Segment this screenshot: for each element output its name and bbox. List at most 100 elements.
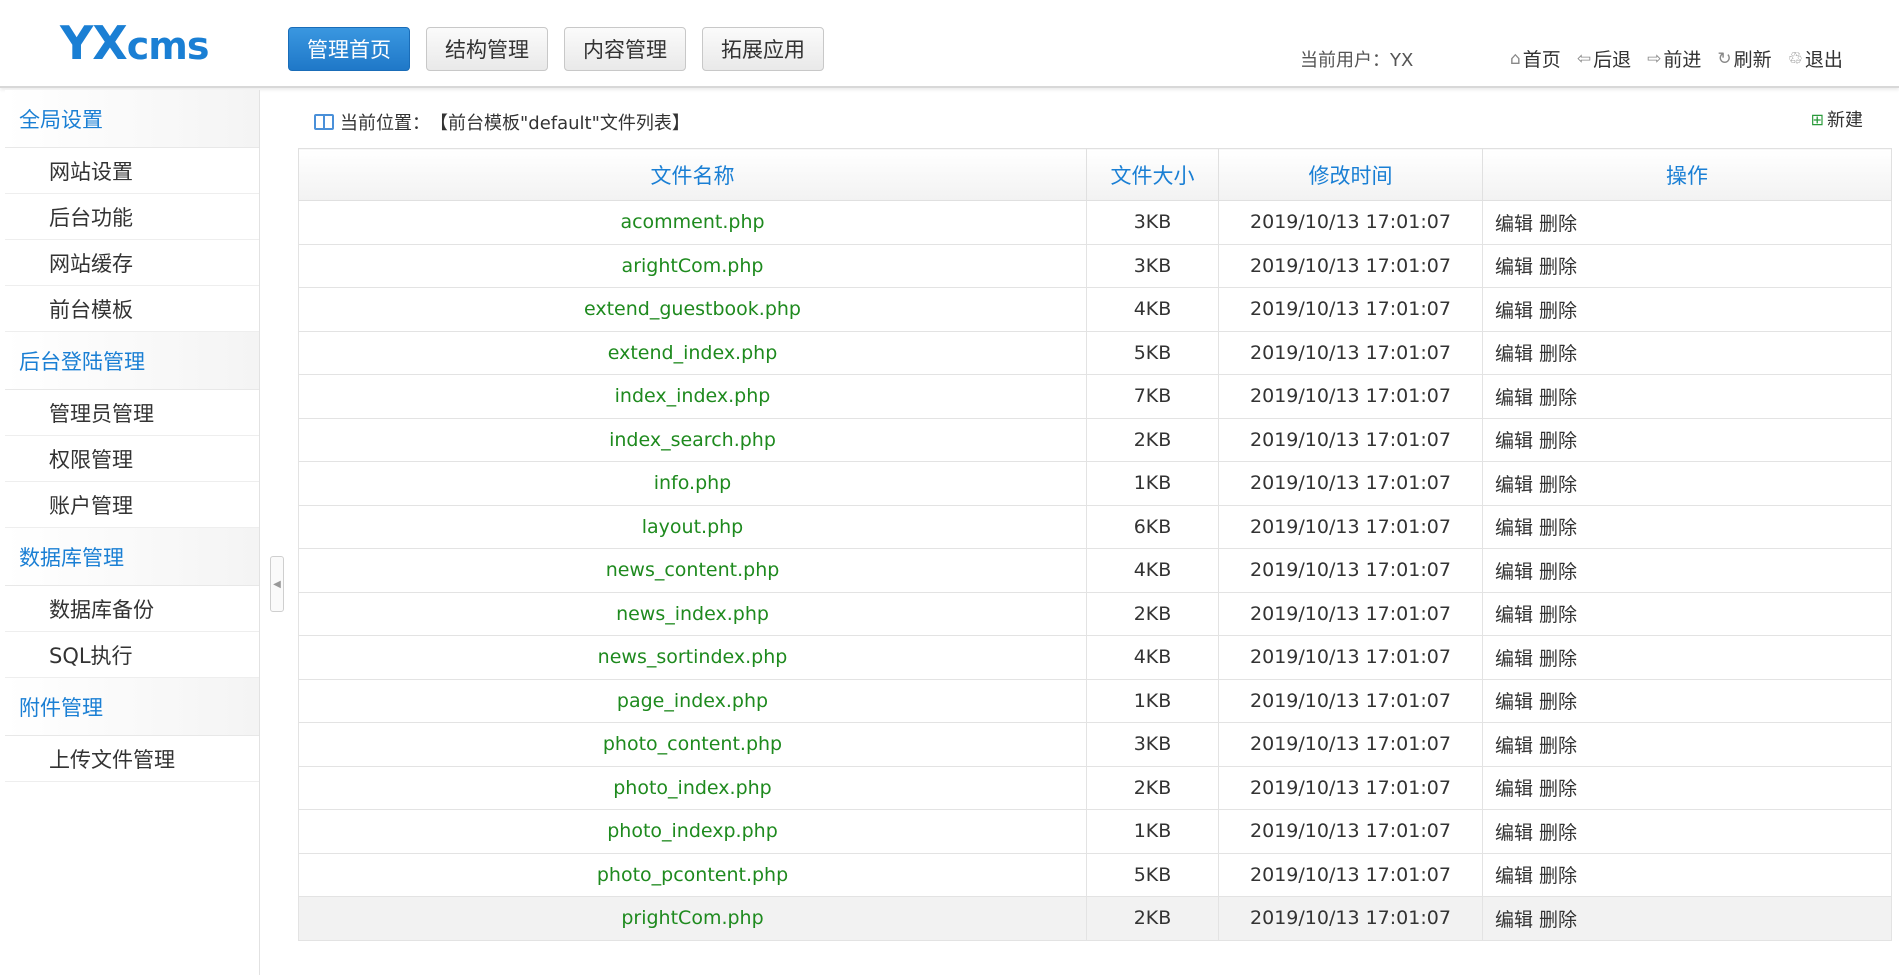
edit-link[interactable]: 编辑 — [1495, 735, 1533, 757]
sidebar-item[interactable]: 管理员管理 — [5, 390, 259, 436]
delete-link[interactable]: 删除 — [1539, 735, 1577, 757]
modified-time-cell: 2019/10/13 17:01:07 — [1218, 896, 1483, 941]
file-size-cell: 3KB — [1086, 722, 1219, 767]
current-user-label: 当前用户：YX — [1300, 50, 1414, 71]
file-name-cell[interactable]: news_content.php — [298, 548, 1087, 593]
modified-time-cell: 2019/10/13 17:01:07 — [1218, 722, 1483, 767]
edit-link[interactable]: 编辑 — [1495, 604, 1533, 626]
toplink-3[interactable]: ↻ 刷新 — [1717, 45, 1771, 72]
sidebar-item[interactable]: 网站设置 — [5, 148, 259, 194]
edit-link[interactable]: 编辑 — [1495, 474, 1533, 496]
file-name-cell[interactable]: index_search.php — [298, 417, 1087, 462]
file-name-cell[interactable]: info.php — [298, 461, 1087, 506]
actions-cell: 编辑 删除 — [1482, 896, 1892, 941]
actions-cell: 编辑 删除 — [1482, 548, 1892, 593]
table-row: photo_indexp.php 1KB 2019/10/13 17:01:07 编辑… — [298, 809, 1892, 854]
file-name-cell[interactable]: arightCom.php — [298, 243, 1087, 288]
sidebar-section-title[interactable]: 后台登陆管理 — [5, 332, 259, 390]
delete-link[interactable]: 删除 — [1539, 778, 1577, 800]
delete-link[interactable]: 删除 — [1539, 648, 1577, 670]
file-name-cell[interactable]: news_sortindex.php — [298, 635, 1087, 680]
edit-link[interactable]: 编辑 — [1495, 343, 1533, 365]
delete-link[interactable]: 删除 — [1539, 387, 1577, 409]
file-name-cell[interactable]: news_index.php — [298, 591, 1087, 636]
file-name-cell[interactable]: extend_guestbook.php — [298, 287, 1087, 332]
edit-link[interactable]: 编辑 — [1495, 909, 1533, 931]
delete-link[interactable]: 删除 — [1539, 430, 1577, 452]
modified-time-cell: 2019/10/13 17:01:07 — [1218, 330, 1483, 375]
sidebar-collapse-handle[interactable]: ◀ — [270, 556, 284, 612]
sidebar-item[interactable]: 权限管理 — [5, 436, 259, 482]
sidebar-section-title[interactable]: 附件管理 — [5, 678, 259, 736]
sidebar-item[interactable]: 网站缓存 — [5, 240, 259, 286]
file-name-cell[interactable]: acomment.php — [298, 200, 1087, 245]
delete-link[interactable]: 删除 — [1539, 213, 1577, 235]
sidebar-section-title[interactable]: 全局设置 — [5, 90, 259, 148]
actions-cell: 编辑 删除 — [1482, 417, 1892, 462]
toplink-label: 后退 — [1593, 49, 1632, 71]
toplink-label: 前进 — [1663, 49, 1702, 71]
delete-link[interactable]: 删除 — [1539, 561, 1577, 583]
modified-time-cell: 2019/10/13 17:01:07 — [1218, 287, 1483, 332]
edit-link[interactable]: 编辑 — [1495, 213, 1533, 235]
modified-time-cell: 2019/10/13 17:01:07 — [1218, 243, 1483, 288]
sidebar-item[interactable]: 后台功能 — [5, 194, 259, 240]
edit-link[interactable]: 编辑 — [1495, 691, 1533, 713]
table-row: acomment.php 3KB 2019/10/13 17:01:07 编辑 删除 — [298, 200, 1892, 245]
sidebar-item[interactable]: 账户管理 — [5, 482, 259, 528]
file-size-cell: 1KB — [1086, 461, 1219, 506]
edit-link[interactable]: 编辑 — [1495, 430, 1533, 452]
file-name-cell[interactable]: index_index.php — [298, 374, 1087, 419]
sidebar-section-title[interactable]: 数据库管理 — [5, 528, 259, 586]
edit-link[interactable]: 编辑 — [1495, 517, 1533, 539]
delete-link[interactable]: 删除 — [1539, 909, 1577, 931]
nav-button-3[interactable]: 拓展应用 — [702, 27, 824, 71]
toplink-0[interactable]: ⌂ 首页 — [1510, 45, 1561, 72]
edit-link[interactable]: 编辑 — [1495, 648, 1533, 670]
column-header-actions: 操作 — [1482, 148, 1892, 201]
column-header-size: 文件大小 — [1086, 148, 1219, 201]
delete-link[interactable]: 删除 — [1539, 300, 1577, 322]
sidebar-item[interactable]: 数据库备份 — [5, 586, 259, 632]
sidebar-item[interactable]: 上传文件管理 — [5, 736, 259, 782]
edit-link[interactable]: 编辑 — [1495, 561, 1533, 583]
file-name-cell[interactable]: photo_pcontent.php — [298, 852, 1087, 897]
file-name-cell[interactable]: prightCom.php — [298, 896, 1087, 941]
file-name-cell[interactable]: photo_content.php — [298, 722, 1087, 767]
new-file-button[interactable]: ⊞ 新建 — [1811, 106, 1863, 132]
edit-link[interactable]: 编辑 — [1495, 300, 1533, 322]
sidebar-item[interactable]: 前台模板 — [5, 286, 259, 332]
delete-link[interactable]: 删除 — [1539, 604, 1577, 626]
sidebar-item[interactable]: SQL执行 — [5, 632, 259, 678]
delete-link[interactable]: 删除 — [1539, 474, 1577, 496]
table-row: extend_index.php 5KB 2019/10/13 17:01:07 编辑… — [298, 330, 1892, 375]
edit-link[interactable]: 编辑 — [1495, 387, 1533, 409]
table-row: arightCom.php 3KB 2019/10/13 17:01:07 编辑 删除 — [298, 243, 1892, 288]
toplink-4[interactable]: ♲ 退出 — [1788, 45, 1843, 72]
delete-link[interactable]: 删除 — [1539, 517, 1577, 539]
file-name-cell[interactable]: photo_index.php — [298, 765, 1087, 810]
nav-button-1[interactable]: 结构管理 — [426, 27, 548, 71]
table-row: news_sortindex.php 4KB 2019/10/13 17:01:07… — [298, 635, 1892, 680]
edit-link[interactable]: 编辑 — [1495, 778, 1533, 800]
actions-cell: 编辑 删除 — [1482, 374, 1892, 419]
file-name-cell[interactable]: page_index.php — [298, 678, 1087, 723]
nav-button-2[interactable]: 内容管理 — [564, 27, 686, 71]
actions-cell: 编辑 删除 — [1482, 243, 1892, 288]
file-name-cell[interactable]: layout.php — [298, 504, 1087, 549]
file-size-cell: 1KB — [1086, 678, 1219, 723]
edit-link[interactable]: 编辑 — [1495, 256, 1533, 278]
file-name-cell[interactable]: extend_index.php — [298, 330, 1087, 375]
file-name-cell[interactable]: photo_indexp.php — [298, 809, 1087, 854]
delete-link[interactable]: 删除 — [1539, 256, 1577, 278]
yxcms-logo[interactable]: YXcms — [60, 16, 210, 70]
nav-button-0[interactable]: 管理首页 — [288, 27, 410, 71]
toplink-2[interactable]: ⇨ 前进 — [1647, 45, 1701, 72]
delete-link[interactable]: 删除 — [1539, 343, 1577, 365]
edit-link[interactable]: 编辑 — [1495, 865, 1533, 887]
toplink-1[interactable]: ⇦ 后退 — [1577, 45, 1631, 72]
delete-link[interactable]: 删除 — [1539, 865, 1577, 887]
edit-link[interactable]: 编辑 — [1495, 822, 1533, 844]
delete-link[interactable]: 删除 — [1539, 691, 1577, 713]
delete-link[interactable]: 删除 — [1539, 822, 1577, 844]
